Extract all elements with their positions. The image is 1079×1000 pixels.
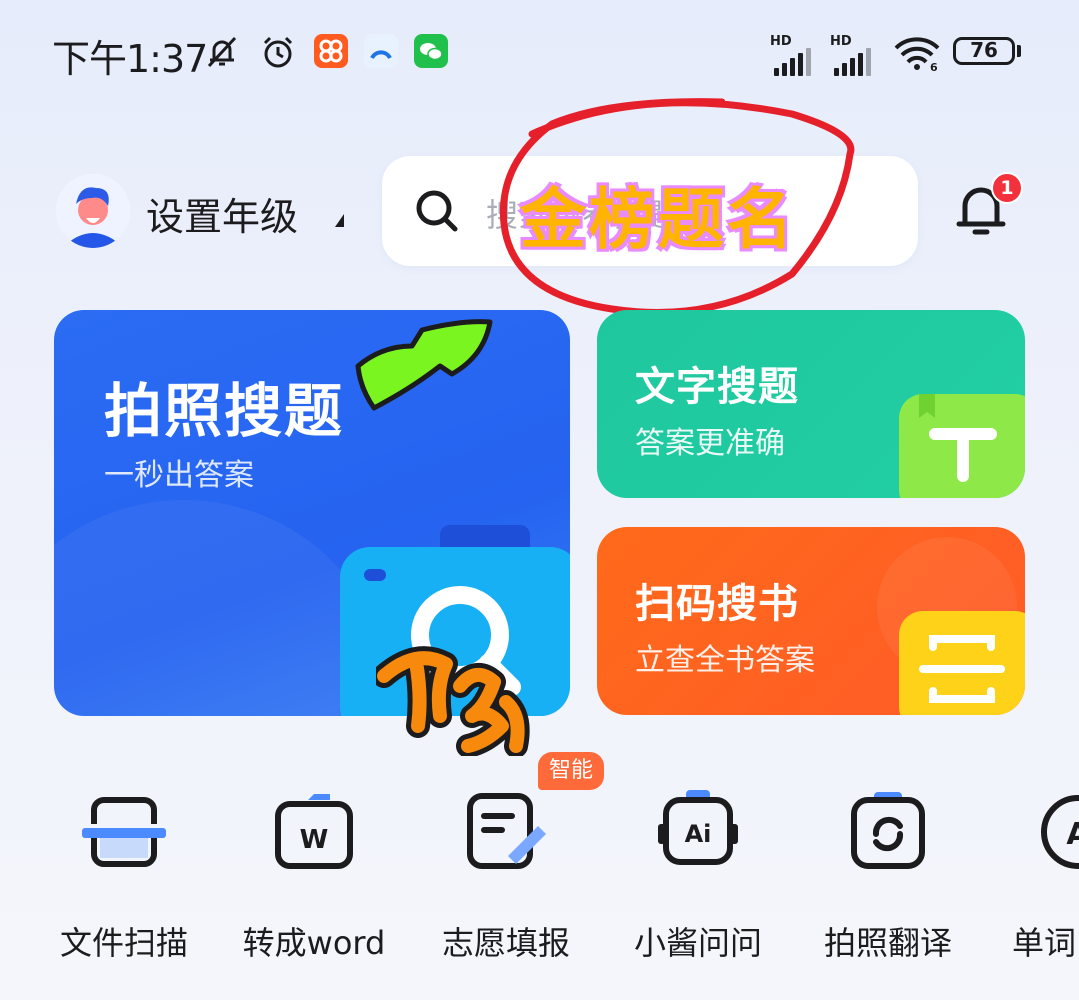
avatar[interactable] — [56, 174, 130, 248]
tool-label: 单词 — [1012, 924, 1077, 962]
word-document-icon: W — [275, 794, 353, 869]
battery-tip — [1017, 45, 1021, 57]
app-notification-icon — [314, 34, 348, 68]
scan-book-card[interactable]: 扫码搜书 立查全书答案 — [597, 527, 1025, 715]
tool-convert-word[interactable]: W 转成word — [228, 790, 388, 980]
translate-icon — [851, 792, 925, 869]
app-notification-icon — [364, 34, 398, 68]
card-title: 文字搜题 — [635, 364, 799, 410]
tool-file-scan[interactable]: 文件扫描 — [38, 790, 198, 980]
status-time: 下午1:37 — [52, 37, 208, 81]
card-subtitle: 答案更准确 — [635, 426, 785, 461]
tool-label: 拍照翻译 — [823, 924, 952, 962]
ai-assistant-icon: Ai — [658, 790, 738, 865]
card-subtitle: 一秒出答案 — [104, 458, 254, 493]
grade-selector[interactable]: 设置年级 — [146, 186, 298, 241]
text-t-icon — [899, 394, 1025, 498]
signal-icon: HD — [770, 34, 818, 76]
tool-photo-translate[interactable]: 拍照翻译 — [802, 790, 962, 980]
green-arrow-annotation — [355, 319, 493, 411]
form-edit-icon — [467, 793, 546, 869]
card-title: 拍照搜题 — [104, 377, 345, 445]
smart-tag-badge: 智能 — [538, 752, 604, 790]
tool-xiaojiang-ask[interactable]: Ai 小酱问问 — [612, 790, 772, 980]
overlay-caption: 金榜题名 — [520, 181, 796, 258]
tool-label: 小酱问问 — [633, 924, 762, 962]
status-bar: 下午1:37 HD HD 6 76 — [0, 0, 1079, 100]
wechat-icon — [414, 34, 448, 68]
svg-text:Ai: Ai — [685, 820, 712, 848]
card-subtitle: 立查全书答案 — [635, 643, 815, 678]
tool-volunteer-application[interactable]: 志愿填报 — [420, 790, 580, 980]
svg-text:6: 6 — [930, 61, 938, 72]
file-scan-icon — [82, 797, 166, 867]
notification-badge: 1 — [991, 172, 1023, 204]
search-icon — [416, 190, 458, 232]
card-title: 扫码搜书 — [635, 581, 799, 627]
signal-icon: HD — [830, 34, 878, 76]
text-search-card[interactable]: 文字搜题 答案更准确 — [597, 310, 1025, 498]
tool-label: 志愿填报 — [441, 924, 570, 962]
orange-scribble-annotation — [376, 646, 530, 756]
battery-level: 76 — [970, 38, 998, 62]
caret-down-icon — [335, 214, 344, 227]
mute-icon — [207, 36, 237, 68]
tool-label: 转成word — [242, 924, 386, 962]
tool-vocabulary[interactable]: A 单词 — [996, 790, 1079, 980]
alarm-icon — [263, 36, 293, 68]
svg-text:W: W — [300, 825, 329, 855]
vocabulary-icon: A — [1041, 795, 1079, 869]
scan-frame-icon — [899, 611, 1025, 715]
tool-label: 文件扫描 — [59, 924, 188, 962]
wifi-icon: 6 — [894, 37, 940, 72]
svg-text:A: A — [1066, 817, 1079, 852]
